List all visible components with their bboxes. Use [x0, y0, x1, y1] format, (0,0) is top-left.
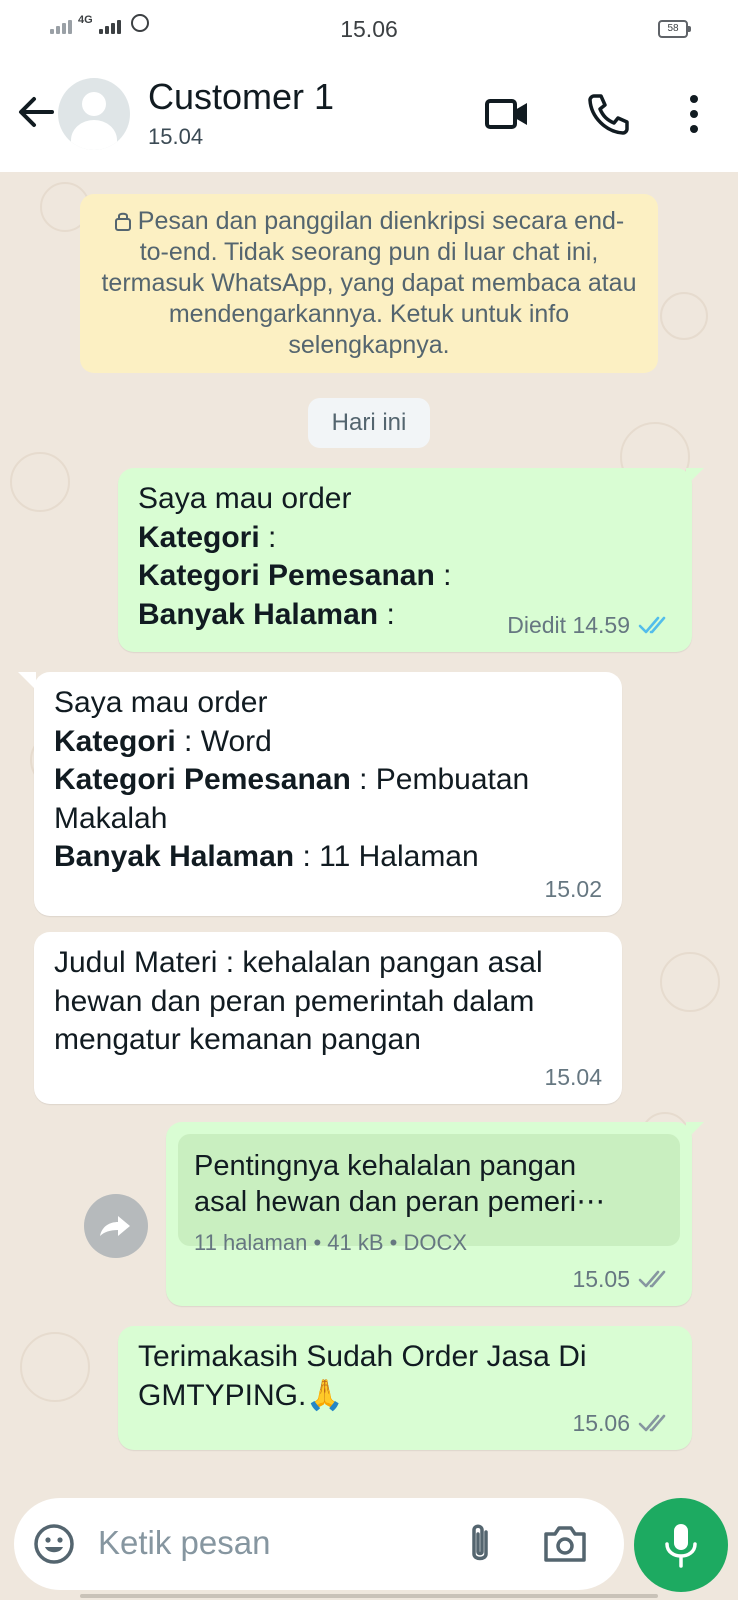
- lock-icon: [114, 212, 131, 231]
- document-attachment[interactable]: Pentingnya kehalalan pangan asal hewan d…: [178, 1134, 680, 1255]
- microphone-icon: [665, 1524, 697, 1568]
- field-label: Kategori Pemesanan: [54, 763, 351, 796]
- message-bubble-incoming[interactable]: Saya mau order Kategori : Word Kategori …: [34, 672, 622, 916]
- message-meta: 15.02: [544, 870, 602, 909]
- message-line: Saya mau order: [138, 482, 352, 515]
- wallpaper-doodle: [660, 952, 720, 1012]
- pray-emoji: 🙏: [306, 1378, 344, 1412]
- voice-call-icon[interactable]: [584, 90, 632, 138]
- composer-bar: Ketik pesan: [0, 1488, 738, 1600]
- chat-header: Customer 1 15.04: [0, 60, 738, 172]
- contact-avatar[interactable]: [58, 78, 130, 150]
- field-label: Banyak Halaman: [138, 597, 379, 631]
- field-label: Kategori: [138, 520, 260, 554]
- message-bubble-outgoing[interactable]: Terimakasih Sudah Order Jasa Di GMTYPING…: [118, 1326, 692, 1450]
- last-seen: 15.04: [148, 124, 204, 149]
- message-meta: 15.04: [544, 1058, 602, 1097]
- message-line: Saya mau order: [54, 686, 268, 719]
- message-line: Banyak Halaman : 11 Halaman: [54, 840, 479, 873]
- delivered-ticks-icon: [638, 1270, 666, 1288]
- wallpaper-doodle: [660, 292, 708, 340]
- bubble-tail: [18, 672, 36, 690]
- back-arrow-icon[interactable]: [14, 90, 58, 134]
- date-chip: Hari ini: [308, 398, 430, 448]
- wallpaper-doodle: [10, 452, 70, 512]
- message-line: Kategori : Word: [54, 724, 272, 758]
- message-line: Kategori Pemesanan :: [138, 559, 452, 592]
- encryption-notice[interactable]: Pesan dan panggilan dienkripsi secara en…: [80, 194, 658, 373]
- field-label: Banyak Halaman: [54, 840, 295, 873]
- field-label: Kategori: [54, 724, 176, 758]
- read-ticks-icon: [638, 616, 666, 634]
- message-bubble-incoming[interactable]: Judul Materi : kehalalan pangan asal hew…: [34, 932, 622, 1104]
- message-timestamp: 15.04: [544, 1063, 602, 1090]
- message-timestamp: 15.06: [572, 1409, 630, 1436]
- message-meta: 15.05: [572, 1260, 672, 1299]
- message-line: Kategori :: [138, 520, 277, 554]
- contact-name[interactable]: Customer 1: [148, 76, 334, 118]
- field-value: Word: [200, 724, 272, 758]
- emoji-icon[interactable]: [32, 1522, 76, 1566]
- forward-button[interactable]: [84, 1194, 148, 1258]
- message-bubble-outgoing[interactable]: Saya mau order Kategori : Kategori Pemes…: [118, 468, 692, 652]
- message-meta: 15.06: [572, 1404, 672, 1443]
- bubble-tail: [686, 468, 704, 486]
- status-bar: 4G 15.06 58: [0, 0, 738, 60]
- chat-area[interactable]: Pesan dan panggilan dienkripsi secara en…: [0, 172, 738, 1488]
- wallpaper-doodle: [20, 1332, 90, 1402]
- message-line: Terimakasih Sudah Order Jasa Di: [138, 1340, 587, 1373]
- bubble-tail: [686, 1122, 704, 1140]
- video-call-icon[interactable]: [484, 90, 532, 138]
- more-options-icon[interactable]: [670, 90, 718, 138]
- status-time: 15.06: [340, 16, 398, 42]
- message-input[interactable]: Ketik pesan: [14, 1498, 624, 1590]
- document-title: asal hewan dan peran pemeri⋯: [194, 1186, 606, 1218]
- document-title: Pentingnya kehalalan pangan: [194, 1150, 577, 1182]
- delivered-ticks-icon: [638, 1414, 666, 1432]
- message-timestamp: 15.02: [544, 875, 602, 902]
- message-meta: Diedit 14.59: [507, 606, 672, 645]
- message-timestamp: 15.05: [572, 1265, 630, 1292]
- message-line: Kategori Pemesanan : Pembuatan Makalah: [54, 763, 530, 835]
- battery-icon: 58: [658, 20, 691, 38]
- camera-icon[interactable]: [542, 1522, 588, 1566]
- gesture-bar[interactable]: [80, 1594, 658, 1598]
- encryption-text: Pesan dan panggilan dienkripsi secara en…: [101, 207, 637, 359]
- field-label: Kategori Pemesanan: [138, 559, 435, 592]
- attach-icon[interactable]: [460, 1520, 500, 1568]
- document-info: 11 halaman • 41 kB • DOCX: [194, 1230, 468, 1255]
- field-value: 11 Halaman: [319, 840, 479, 873]
- message-timestamp: Diedit 14.59: [507, 611, 630, 638]
- forward-icon: [100, 1216, 130, 1236]
- voice-record-button[interactable]: [634, 1498, 728, 1592]
- message-text: Judul Materi : kehalalan pangan asal hew…: [54, 946, 543, 1056]
- message-bubble-outgoing[interactable]: Pentingnya kehalalan pangan asal hewan d…: [166, 1122, 692, 1306]
- input-placeholder: Ketik pesan: [98, 1524, 271, 1561]
- message-text: GMTYPING.: [138, 1378, 307, 1412]
